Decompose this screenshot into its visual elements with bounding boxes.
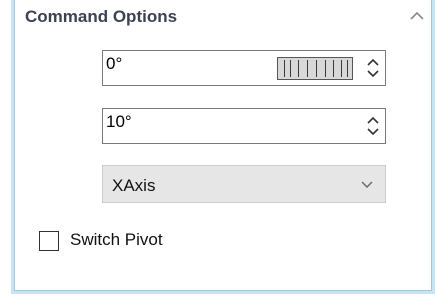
axis-dropdown[interactable]: XAxis: [102, 165, 386, 203]
switch-pivot-checkbox[interactable]: [39, 231, 59, 251]
axis-selected-value: XAxis: [112, 176, 156, 195]
chevron-down-icon: [361, 181, 373, 188]
thumbwheel-slider[interactable]: [277, 57, 353, 80]
angle-spinner-icon[interactable]: [367, 58, 379, 78]
switch-pivot-label: Switch Pivot: [70, 230, 163, 249]
collapse-chevron-up-icon[interactable]: [410, 10, 424, 20]
angle-value: 0°: [106, 54, 123, 73]
step-input[interactable]: 10°: [102, 108, 386, 144]
command-options-panel: Command Options 0° 10° XAxis Switch Pivo…: [11, 0, 435, 294]
angle-input[interactable]: 0°: [102, 50, 386, 86]
step-spinner-icon[interactable]: [367, 116, 379, 136]
panel-title: Command Options: [25, 7, 178, 26]
step-value: 10°: [106, 112, 132, 131]
